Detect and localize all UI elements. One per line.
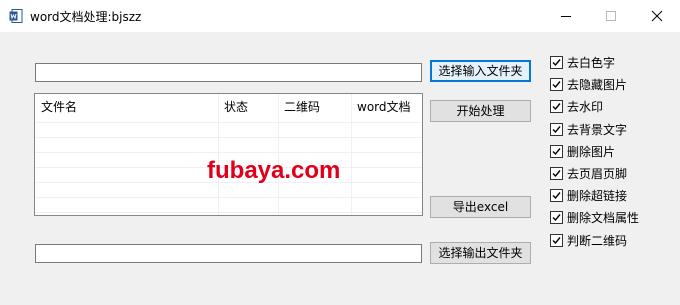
input-folder-field[interactable] xyxy=(35,63,422,82)
minimize-button[interactable] xyxy=(543,0,589,32)
column-header-status[interactable]: 状态 xyxy=(218,94,278,120)
title-bar: word文档处理:bjszz xyxy=(0,0,680,32)
checkbox-label: 去页眉页脚 xyxy=(567,167,628,181)
word-icon xyxy=(9,9,23,23)
output-folder-field[interactable] xyxy=(35,244,422,263)
checkbox-label: 去背景文字 xyxy=(567,122,628,137)
check-icon xyxy=(552,125,561,133)
row-divider xyxy=(35,212,422,213)
check-icon xyxy=(552,192,561,200)
row-divider xyxy=(35,122,422,123)
row-divider xyxy=(35,197,422,198)
select-input-folder-button[interactable]: 选择输入文件夹 xyxy=(430,60,531,82)
checkbox-box[interactable] xyxy=(550,144,563,158)
checkbox-box[interactable] xyxy=(550,211,563,225)
maximize-icon xyxy=(606,11,616,21)
check-icon xyxy=(552,214,561,222)
checkbox-box[interactable] xyxy=(550,100,563,114)
column-header-word-doc[interactable]: word文档 xyxy=(351,94,422,120)
checkbox-box[interactable] xyxy=(550,56,563,69)
app-window: word文档处理:bjszz 选择输入文件夹 文件名 状态 二维码 word文档 xyxy=(0,0,680,305)
checkbox-box[interactable] xyxy=(550,167,563,180)
checkbox-label: 去白色字 xyxy=(567,56,616,70)
checkbox-label: 判断二维码 xyxy=(567,233,628,248)
close-icon xyxy=(651,10,663,22)
file-table[interactable]: 文件名 状态 二维码 word文档 xyxy=(34,93,423,216)
check-icon xyxy=(552,103,561,111)
checkbox-box[interactable] xyxy=(550,78,563,92)
check-icon xyxy=(552,147,561,155)
checkbox-box[interactable] xyxy=(550,189,563,203)
column-header-qrcode[interactable]: 二维码 xyxy=(278,94,351,120)
checkbox-box[interactable] xyxy=(550,233,563,247)
checkbox-box[interactable] xyxy=(550,122,563,136)
column-header-filename[interactable]: 文件名 xyxy=(35,94,218,120)
checkbox-label: 删除图片 xyxy=(567,144,616,159)
check-icon xyxy=(552,236,561,244)
export-excel-button[interactable]: 导出excel xyxy=(430,196,531,218)
check-icon xyxy=(552,170,561,178)
check-icon xyxy=(552,81,561,89)
window-title: word文档处理:bjszz xyxy=(30,10,142,24)
maximize-button[interactable] xyxy=(588,0,634,32)
watermark-text: fubaya.com xyxy=(207,157,341,184)
close-button[interactable] xyxy=(634,0,680,32)
minimize-icon xyxy=(561,16,571,17)
checkbox-label: 去隐藏图片 xyxy=(567,78,628,93)
check-icon xyxy=(552,59,561,67)
start-processing-button[interactable]: 开始处理 xyxy=(430,100,531,122)
checkbox-label: 删除文档属性 xyxy=(567,211,640,226)
row-divider xyxy=(35,152,422,153)
checkbox-label: 删除超链接 xyxy=(567,189,628,204)
row-divider xyxy=(35,137,422,138)
select-output-folder-button[interactable]: 选择输出文件夹 xyxy=(430,242,531,264)
checkbox-label: 去水印 xyxy=(567,100,604,115)
